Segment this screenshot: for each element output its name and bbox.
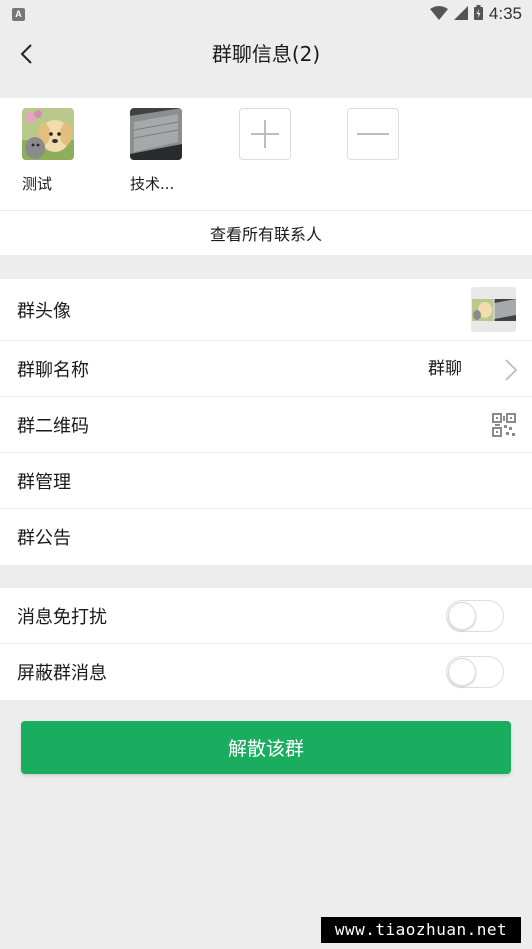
member-name: 测试 bbox=[22, 175, 53, 193]
toggle-knob bbox=[448, 658, 476, 686]
group-announcement-row[interactable]: 群公告 bbox=[0, 509, 532, 565]
group-avatar-row[interactable]: 群头像 bbox=[0, 279, 532, 341]
back-button[interactable] bbox=[8, 36, 44, 72]
cellular-signal-icon bbox=[453, 5, 468, 24]
member-name: 技术... bbox=[130, 175, 175, 193]
plus-icon bbox=[251, 120, 279, 148]
battery-icon bbox=[473, 4, 483, 24]
toggle-knob bbox=[448, 602, 476, 630]
view-all-contacts-link[interactable]: 查看所有联系人 bbox=[0, 210, 532, 255]
group-avatar-thumbnail bbox=[471, 287, 516, 332]
group-name-row[interactable]: 群聊名称 群聊 bbox=[0, 341, 532, 397]
notification-settings-list: 消息免打扰 屏蔽群消息 bbox=[0, 588, 532, 700]
group-settings-list: 群头像 群聊名称 群聊 群二维码 群管理 群公告 bbox=[0, 279, 532, 565]
mute-notifications-row: 消息免打扰 bbox=[0, 588, 532, 644]
group-name-value: 群聊 bbox=[428, 359, 462, 379]
block-messages-row: 屏蔽群消息 bbox=[0, 644, 532, 700]
remove-member-button[interactable] bbox=[347, 108, 399, 160]
minus-icon bbox=[357, 133, 389, 135]
member-avatar[interactable] bbox=[130, 108, 182, 160]
page-title: 群聊信息(2) bbox=[211, 42, 321, 66]
navigation-bar: 群聊信息(2) bbox=[0, 28, 532, 80]
member-item[interactable]: 测试 bbox=[22, 108, 92, 194]
watermark: www.tiaozhuan.net bbox=[321, 917, 521, 943]
chevron-left-icon bbox=[20, 44, 32, 64]
status-time: 4:35 bbox=[488, 4, 522, 23]
notification-icon: A bbox=[12, 7, 25, 21]
block-messages-toggle[interactable] bbox=[446, 656, 504, 688]
member-item[interactable]: 技术... bbox=[130, 108, 200, 194]
add-member-button[interactable] bbox=[239, 108, 291, 160]
member-grid: 测试 技术... bbox=[0, 98, 532, 210]
row-label: 群公告 bbox=[17, 528, 71, 549]
row-label: 群头像 bbox=[17, 300, 71, 322]
members-section: 测试 技术... 查看所有联系人 bbox=[0, 98, 532, 255]
mute-notifications-toggle[interactable] bbox=[446, 600, 504, 632]
wifi-icon bbox=[429, 5, 448, 24]
row-label: 群聊名称 bbox=[17, 359, 89, 381]
row-label: 群管理 bbox=[17, 471, 71, 493]
group-qr-code-row[interactable]: 群二维码 bbox=[0, 397, 532, 453]
status-bar: A 4:35 bbox=[0, 0, 532, 28]
row-label: 屏蔽群消息 bbox=[17, 663, 107, 684]
group-manage-row[interactable]: 群管理 bbox=[0, 453, 532, 509]
qr-code-icon bbox=[492, 413, 516, 437]
row-label: 消息免打扰 bbox=[17, 606, 107, 628]
row-label: 群二维码 bbox=[17, 415, 89, 437]
chevron-right-icon bbox=[505, 359, 518, 381]
member-avatar[interactable] bbox=[22, 108, 74, 160]
dissolve-group-button[interactable]: 解散该群 bbox=[21, 721, 511, 774]
